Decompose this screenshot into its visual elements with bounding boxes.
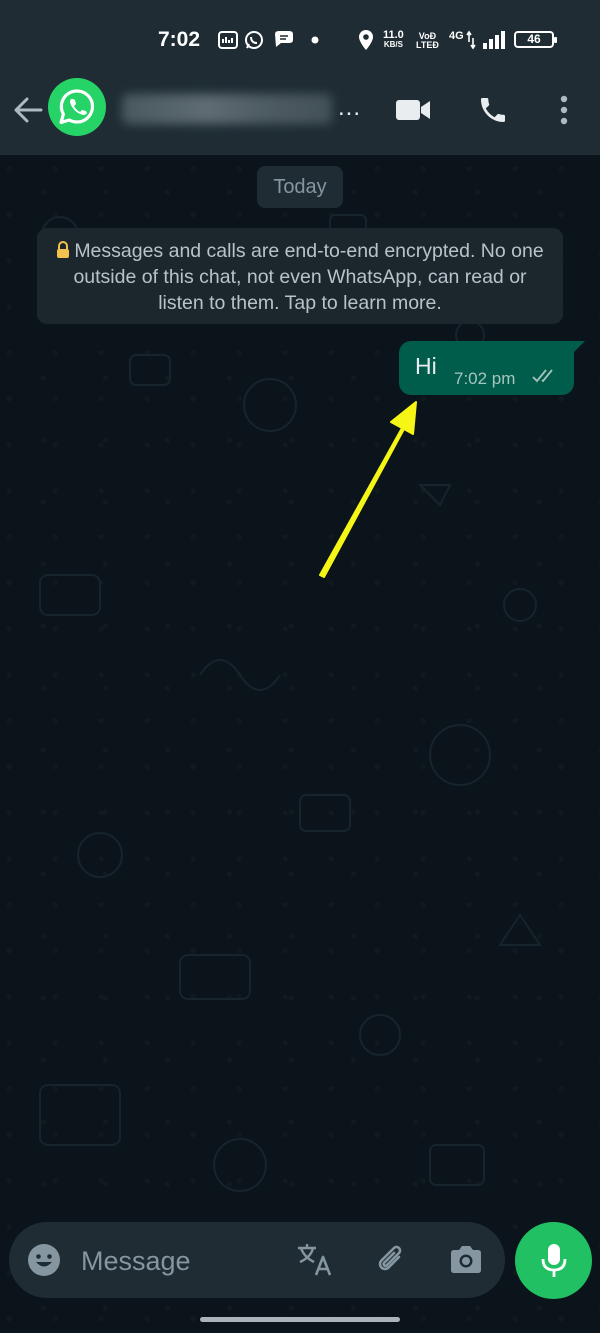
- whatsapp-notification-icon: [244, 29, 264, 51]
- outgoing-message-bubble[interactable]: Hi 7:02 pm: [399, 341, 574, 395]
- contact-name-ellipsis: ...: [338, 94, 362, 121]
- bubble-tail: [572, 341, 585, 354]
- lock-icon: [57, 241, 70, 258]
- translate-button[interactable]: [295, 1240, 335, 1280]
- data-arrows-icon: [466, 29, 476, 51]
- translate-icon: [298, 1244, 332, 1276]
- paperclip-icon: [378, 1245, 402, 1271]
- home-indicator[interactable]: [200, 1317, 400, 1322]
- whatsapp-logo-icon: [59, 89, 95, 124]
- contact-name-redacted[interactable]: [122, 94, 332, 124]
- chat-header: ...: [0, 78, 600, 155]
- signal-bars-notification-icon: [218, 29, 238, 51]
- double-check-read-icon: [532, 369, 553, 383]
- chat-wallpaper: [0, 155, 600, 1333]
- more-options-icon: [560, 95, 568, 125]
- more-options-button[interactable]: [544, 90, 584, 130]
- volte-indicator: VoĐ LTEĐ: [416, 31, 439, 50]
- camera-icon: [451, 1246, 481, 1273]
- date-chip: Today: [257, 166, 343, 208]
- signal-strength-icon: [482, 29, 508, 51]
- message-text: Hi: [415, 353, 437, 379]
- chat-bubble-notification-icon: [273, 29, 295, 51]
- encryption-notice[interactable]: Messages and calls are end-to-end encryp…: [37, 228, 563, 324]
- message-time: 7:02 pm: [454, 369, 516, 388]
- camera-button[interactable]: [446, 1240, 486, 1280]
- emoji-button[interactable]: [26, 1242, 62, 1278]
- back-button[interactable]: [12, 94, 44, 126]
- notification-dot-icon: [310, 29, 320, 51]
- message-input[interactable]: [79, 1238, 283, 1284]
- battery-indicator: 46: [514, 31, 557, 48]
- back-arrow-icon: [14, 97, 43, 123]
- chat-screen: 7:02 11.0 KB/S VoĐ LTEĐ 4G 46 ... Today …: [0, 0, 600, 1333]
- video-call-icon: [396, 100, 430, 120]
- network-type: 4G: [449, 30, 464, 42]
- status-time: 7:02: [158, 28, 201, 51]
- encryption-notice-text: Messages and calls are end-to-end encryp…: [73, 240, 544, 314]
- microphone-icon: [541, 1243, 566, 1277]
- status-bar: 7:02 11.0 KB/S VoĐ LTEĐ 4G 46: [0, 0, 600, 78]
- video-call-button[interactable]: [393, 90, 433, 130]
- message-composer: [9, 1222, 505, 1298]
- attach-button[interactable]: [372, 1240, 412, 1280]
- voice-call-button[interactable]: [473, 90, 513, 130]
- network-speed: 11.0 KB/S: [383, 29, 404, 50]
- emoji-icon: [28, 1244, 60, 1276]
- voice-message-button[interactable]: [515, 1222, 592, 1299]
- voice-call-icon: [481, 98, 505, 122]
- avatar[interactable]: [48, 78, 106, 136]
- location-icon: [357, 29, 375, 51]
